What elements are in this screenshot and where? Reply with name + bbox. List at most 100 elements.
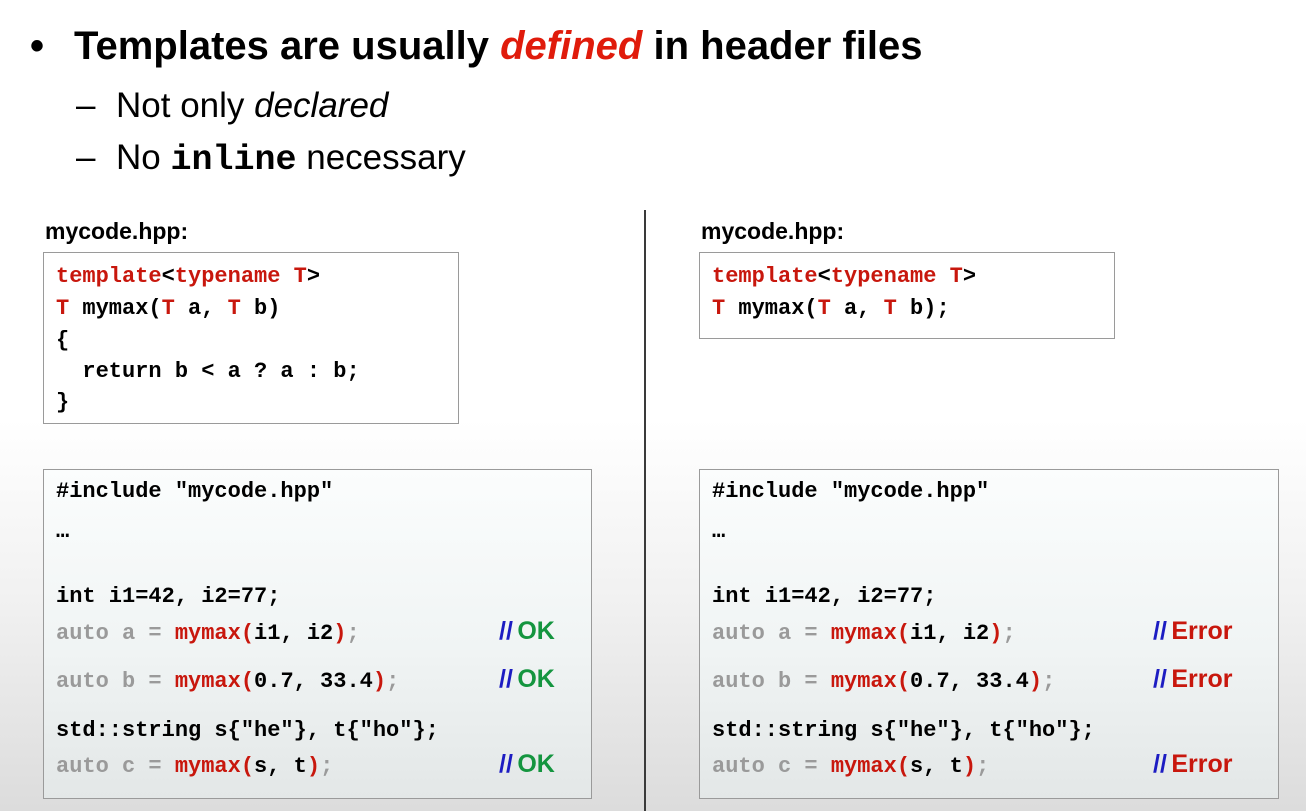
code-line: T mymax(T a, T b) bbox=[56, 293, 280, 324]
result-comment-a: // OK bbox=[499, 617, 555, 646]
code-text: b) bbox=[240, 296, 281, 321]
keyword: T bbox=[817, 296, 831, 321]
result-error: Error bbox=[1171, 750, 1233, 778]
code-args: 0.7, 33.4 bbox=[910, 669, 1029, 694]
code-dim: auto c = bbox=[56, 754, 175, 779]
code-dim: auto a = bbox=[56, 621, 175, 646]
code-line-b: auto b = mymax(0.7, 33.4); bbox=[712, 666, 1055, 697]
bullet-emphasis: defined bbox=[500, 24, 643, 68]
code-dim: auto b = bbox=[712, 669, 831, 694]
keyword: T bbox=[161, 296, 175, 321]
code-text: mymax( bbox=[725, 296, 818, 321]
code-line: T mymax(T a, T b); bbox=[712, 293, 950, 324]
code-line: template<typename T> bbox=[712, 261, 976, 292]
code-strings: std::string s{"he"}, t{"ho"}; bbox=[56, 718, 439, 743]
function-call: mymax( bbox=[174, 621, 255, 646]
sub-bullet-inline: – No inline necessary bbox=[76, 138, 466, 180]
punct: < bbox=[161, 264, 175, 289]
code-line: return b < a ? a : b; bbox=[56, 359, 360, 384]
code-dim: ; bbox=[1002, 621, 1016, 646]
sub-bullet-dash: – bbox=[76, 86, 96, 125]
result-comment-b: // OK bbox=[499, 665, 555, 694]
function-call: mymax( bbox=[830, 669, 911, 694]
code-dim: ; bbox=[976, 754, 990, 779]
code-dim: ; bbox=[1042, 669, 1056, 694]
keyword: typename bbox=[830, 264, 937, 289]
comment-slashes: // bbox=[1153, 617, 1167, 645]
code-ellipsis: … bbox=[712, 519, 726, 544]
right-header-filename: mycode.hpp: bbox=[701, 218, 845, 244]
code-line: template<typename T> bbox=[56, 261, 320, 292]
code-text: mymax( bbox=[69, 296, 162, 321]
comment-slashes: // bbox=[1153, 750, 1167, 778]
code-dim: ; bbox=[320, 754, 334, 779]
function-call: mymax( bbox=[830, 754, 911, 779]
sub-bullet-text-after: necessary bbox=[296, 138, 466, 177]
code-dim: auto a = bbox=[712, 621, 831, 646]
keyword: T bbox=[712, 296, 726, 321]
function-call: mymax( bbox=[174, 754, 255, 779]
code-ints: int i1=42, i2=77; bbox=[712, 584, 937, 609]
code-args: s, t bbox=[254, 754, 307, 779]
punct: > bbox=[962, 264, 977, 289]
result-ok: OK bbox=[517, 665, 555, 693]
keyword: template bbox=[712, 264, 818, 289]
sub-bullet-text: Not only bbox=[116, 86, 255, 125]
code-strings: std::string s{"he"}, t{"ho"}; bbox=[712, 718, 1095, 743]
code-dim: ; bbox=[346, 621, 360, 646]
sub-bullet-italic: declared bbox=[254, 86, 389, 125]
punct: < bbox=[817, 264, 831, 289]
bullet-glyph: • bbox=[30, 24, 45, 68]
keyword: template bbox=[56, 264, 162, 289]
keyword: T bbox=[949, 264, 963, 289]
result-comment-a: // Error bbox=[1153, 617, 1233, 646]
main-bullet: • Templates are usually defined in header… bbox=[30, 24, 922, 69]
code-dim: ; bbox=[386, 669, 400, 694]
result-comment-c: // OK bbox=[499, 750, 555, 779]
function-close: ) bbox=[989, 621, 1003, 646]
column-divider bbox=[644, 210, 646, 811]
right-usage-code-box: #include "mycode.hpp" … int i1=42, i2=77… bbox=[699, 469, 1279, 799]
punct: > bbox=[306, 264, 321, 289]
code-args: s, t bbox=[910, 754, 963, 779]
result-comment-c: // Error bbox=[1153, 750, 1233, 779]
comment-slashes: // bbox=[1153, 665, 1167, 693]
code-line-c: auto c = mymax(s, t); bbox=[712, 751, 989, 782]
left-usage-code-box: #include "mycode.hpp" … int i1=42, i2=77… bbox=[43, 469, 592, 799]
function-close: ) bbox=[333, 621, 347, 646]
function-call: mymax( bbox=[174, 669, 255, 694]
code-text: b); bbox=[896, 296, 950, 321]
function-close: ) bbox=[372, 669, 387, 694]
result-ok: OK bbox=[517, 617, 555, 645]
result-error: Error bbox=[1171, 665, 1233, 693]
function-close: ) bbox=[962, 754, 977, 779]
right-header-code-box: template<typename T> T mymax(T a, T b); bbox=[699, 252, 1115, 339]
result-error: Error bbox=[1171, 617, 1233, 645]
comment-slashes: // bbox=[499, 750, 513, 778]
code-text: a, bbox=[830, 296, 884, 321]
left-header-filename: mycode.hpp: bbox=[45, 218, 189, 244]
code-ints: int i1=42, i2=77; bbox=[56, 584, 281, 609]
sub-bullet-declared: – Not only declared bbox=[76, 86, 388, 126]
code-line: { bbox=[56, 328, 70, 353]
keyword: typename bbox=[174, 264, 281, 289]
bullet-text-after: in header files bbox=[642, 24, 923, 68]
code-args: i1, i2 bbox=[254, 621, 334, 646]
function-close: ) bbox=[1028, 669, 1043, 694]
function-close: ) bbox=[306, 754, 321, 779]
function-call: mymax( bbox=[830, 621, 911, 646]
code-text: a, bbox=[174, 296, 228, 321]
keyword: T bbox=[227, 296, 241, 321]
code-ellipsis: … bbox=[56, 519, 70, 544]
comment-slashes: // bbox=[499, 665, 513, 693]
comment-slashes: // bbox=[499, 617, 513, 645]
code-include: #include "mycode.hpp" bbox=[56, 479, 334, 504]
keyword: T bbox=[883, 296, 897, 321]
code-line-c: auto c = mymax(s, t); bbox=[56, 751, 333, 782]
keyword: T bbox=[56, 296, 70, 321]
code-line: } bbox=[56, 390, 70, 415]
code-line-a: auto a = mymax(i1, i2); bbox=[56, 618, 360, 649]
code-line-b: auto b = mymax(0.7, 33.4); bbox=[56, 666, 399, 697]
